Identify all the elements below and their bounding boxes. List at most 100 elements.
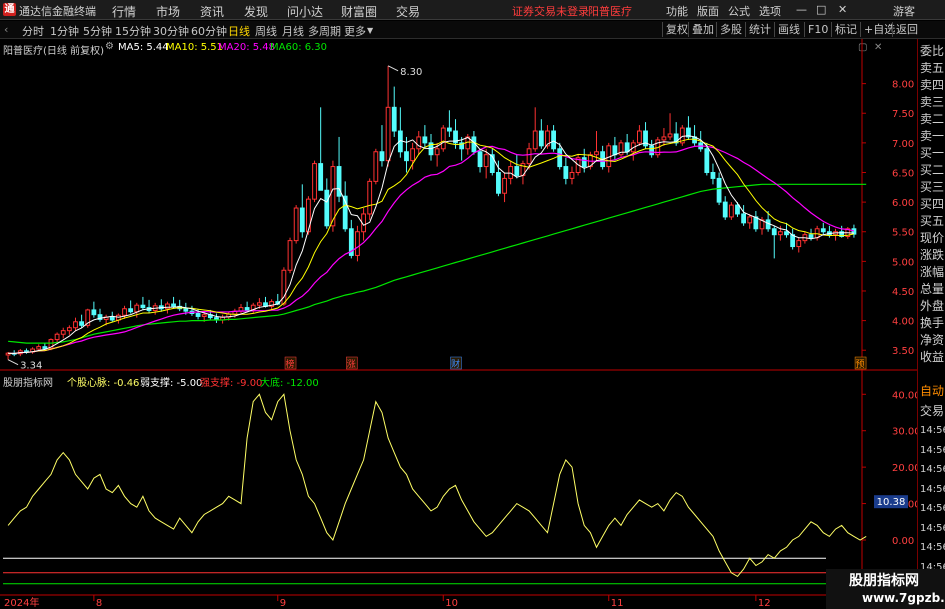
menu-faxian[interactable]: 发现	[244, 3, 268, 20]
candle-body	[355, 231, 360, 256]
period-tab-15min[interactable]: 15分钟	[115, 23, 151, 39]
candle-body	[42, 346, 48, 349]
quote-field-label: 买三	[920, 180, 945, 194]
candle-body	[367, 180, 373, 215]
period-toolbar: ‹ 分时 1分钟 5分钟 15分钟 30分钟 60分钟 日线 周线 月线 多周期…	[0, 21, 945, 39]
candle-body	[649, 145, 655, 156]
indicator-tick-label: 30.00	[892, 427, 917, 438]
period-tab-60min[interactable]: 60分钟	[191, 23, 227, 39]
date-tick-label: 11	[611, 598, 624, 609]
back-button[interactable]: 返回	[892, 22, 918, 37]
minimize-icon[interactable]: —	[796, 3, 807, 16]
tick-time-label: 14:56	[920, 483, 945, 495]
mark-button[interactable]: 标记	[831, 22, 857, 37]
candle-body	[171, 303, 176, 307]
title-bar: 通 通达信金融终端 行情 市场 资讯 发现 问小达 财富圈 交易 证券交易未登录…	[0, 0, 945, 20]
overlay-button[interactable]: 叠加	[688, 22, 714, 37]
current-stock-name: 阳普医疗	[588, 5, 632, 18]
f10-button[interactable]: F10	[804, 22, 828, 37]
candle-body	[293, 207, 299, 242]
candle-body	[134, 304, 140, 313]
indicator-tick-label: 20.00	[892, 463, 917, 474]
candle-body	[201, 314, 207, 317]
period-tab-1min[interactable]: 1分钟	[50, 23, 79, 39]
candle-body	[122, 308, 127, 316]
candle-body	[790, 234, 796, 248]
quote-field-label: 涨跌	[920, 248, 945, 262]
candle-body	[404, 151, 409, 162]
period-tab-30min[interactable]: 30分钟	[153, 23, 189, 39]
price-tick-label: 5.50	[892, 228, 914, 239]
price-tick-label: 7.00	[892, 139, 914, 150]
event-marker-label: 榜	[286, 358, 295, 370]
candle-body	[508, 166, 514, 179]
period-tab-more[interactable]: 更多	[344, 23, 366, 39]
user-guest[interactable]: 游客	[893, 3, 915, 19]
kline-chart-svg: 8.00 7.50 7.00 6.50 6.00 5.50 5.00 4.50 4.00 3.50…	[0, 39, 917, 609]
menu-zixun[interactable]: 资讯	[200, 3, 224, 20]
candle-body	[784, 231, 789, 236]
period-tab-multi[interactable]: 多周期	[308, 23, 341, 39]
chart-area[interactable]: 阳普医疗(日线 前复权) ⚙ MA5: 5.44 MA10: 5.51 MA20…	[0, 39, 917, 609]
low-price-label: 3.34	[20, 361, 42, 372]
add-watchlist-button[interactable]: +自选	[860, 22, 895, 37]
multi-stock-button[interactable]: 多股	[716, 22, 742, 37]
high-pointer	[387, 65, 399, 72]
candle-body	[483, 154, 489, 168]
date-tick-label: 9	[280, 598, 286, 609]
tick-time-label: 14:56	[920, 542, 945, 553]
price-tick-label: 7.50	[892, 109, 914, 120]
candle-body	[36, 346, 42, 350]
candle-body	[299, 207, 305, 233]
event-marker-label: 预	[856, 359, 865, 370]
candle-body	[73, 321, 78, 329]
auto-trade-label[interactable]: 自动	[920, 384, 944, 399]
menu-shichang[interactable]: 市场	[156, 3, 180, 20]
menu-jiaoyi[interactable]: 交易	[396, 3, 420, 20]
tick-time-label: 14:56	[920, 444, 945, 456]
quote-field-label: 卖三	[920, 95, 945, 109]
menu-wenxiaoda[interactable]: 问小达	[287, 3, 323, 20]
menu-gongneng[interactable]: 功能	[666, 3, 688, 19]
quote-field-label: 涨幅	[920, 265, 945, 279]
menu-xuanxiang[interactable]: 选项	[759, 3, 781, 19]
candle-body	[440, 127, 446, 150]
collapse-icon[interactable]: ‹	[4, 23, 8, 36]
price-tick-label: 8.00	[892, 80, 914, 91]
candle-body	[624, 142, 630, 153]
period-tab-5min[interactable]: 5分钟	[83, 23, 112, 39]
menu-hangqing[interactable]: 行情	[112, 3, 136, 20]
menu-gongshi[interactable]: 公式	[728, 3, 750, 19]
period-tab-weekly[interactable]: 周线	[255, 23, 277, 39]
candle-body	[318, 163, 324, 191]
quote-panel: 委比 卖五 卖四 卖三 卖二 卖一 买一 买二 买三 买四 买五 现价 涨跌 涨幅 总量 外盘 换手 净资 收益 自动…	[917, 39, 945, 609]
indicator-tick-label: 0.00	[892, 536, 914, 547]
draw-line-button[interactable]: 画线	[774, 22, 800, 37]
more-dropdown-icon[interactable]: ▼	[367, 26, 373, 35]
quote-field-label: 买四	[920, 197, 945, 211]
quote-field-label: 外盘	[920, 299, 945, 313]
price-tick-label: 6.50	[892, 168, 914, 179]
period-tab-monthly[interactable]: 月线	[282, 23, 304, 39]
date-tick-label: 8	[96, 598, 102, 609]
trade-login-notice[interactable]: 证券交易未登录	[512, 3, 589, 19]
menu-banmian[interactable]: 版面	[697, 3, 719, 19]
auto-trade-label[interactable]: 交易	[920, 404, 944, 419]
candle-body	[563, 166, 569, 179]
maximize-icon[interactable]: □	[816, 3, 826, 16]
tick-time-label: 14:56	[920, 464, 945, 475]
high-price-label: 8.30	[400, 67, 422, 78]
candle-body	[777, 231, 783, 236]
close-icon[interactable]: ✕	[838, 3, 847, 16]
period-tab-fenshi[interactable]: 分时	[22, 23, 44, 39]
candle-body	[581, 157, 587, 168]
period-tab-daily[interactable]: 日线	[228, 23, 250, 39]
date-tick-label: 10	[445, 598, 458, 609]
menu-caifuquan[interactable]: 财富圈	[341, 3, 377, 20]
candle-body	[256, 302, 262, 306]
candle-body	[814, 228, 820, 239]
candle-body	[710, 171, 716, 179]
fuquan-button[interactable]: 复权	[662, 22, 688, 37]
statistics-button[interactable]: 统计	[745, 22, 771, 37]
quote-field-label: 现价	[920, 231, 945, 245]
